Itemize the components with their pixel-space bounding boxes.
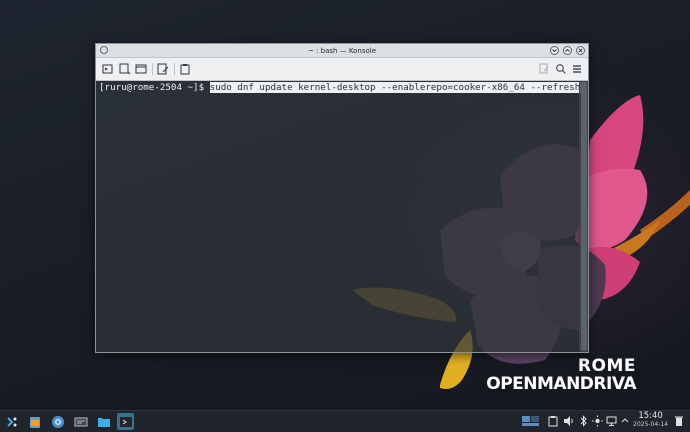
minimize-button[interactable] bbox=[550, 46, 559, 55]
app-launcher-icon bbox=[6, 416, 16, 427]
volume-tray[interactable] bbox=[563, 415, 574, 427]
clipboard-icon bbox=[548, 416, 558, 427]
window-icon bbox=[135, 64, 147, 74]
task-switcher-icon bbox=[522, 416, 539, 426]
volume-icon bbox=[564, 416, 573, 426]
window-titlebar[interactable]: ~ : bash — Konsole bbox=[96, 44, 588, 58]
split-view-button[interactable] bbox=[118, 62, 132, 76]
display-icon bbox=[606, 416, 617, 426]
split-view-icon bbox=[119, 63, 131, 75]
file-manager-icon bbox=[29, 416, 40, 428]
bluetooth-icon bbox=[580, 415, 587, 427]
app-launcher-button[interactable] bbox=[3, 413, 20, 430]
close-button[interactable] bbox=[576, 46, 585, 55]
browser-icon bbox=[51, 415, 64, 428]
taskbar-panel: 15:40 2025-04-14 bbox=[0, 410, 690, 432]
clock-time: 15:40 bbox=[638, 411, 663, 421]
clipboard-button[interactable] bbox=[178, 62, 192, 76]
task-switcher-tray[interactable] bbox=[522, 415, 540, 427]
konsole-window[interactable]: ~ : bash — Konsole [ruru@rome-2504 ~]$ s… bbox=[95, 43, 589, 353]
minimize-icon bbox=[552, 49, 557, 53]
brand-rome: ROME bbox=[577, 356, 636, 376]
copy-button[interactable] bbox=[134, 62, 148, 76]
shell-prompt: [ruru@rome-2504 ~]$ bbox=[99, 82, 210, 93]
paste-button[interactable] bbox=[156, 62, 170, 76]
clipboard-tray[interactable] bbox=[548, 415, 558, 427]
trash-tray[interactable] bbox=[674, 415, 684, 427]
search-icon bbox=[556, 64, 566, 74]
edit-icon bbox=[157, 63, 169, 75]
folder-icon bbox=[97, 417, 110, 427]
konsole-task[interactable] bbox=[117, 413, 134, 430]
brightness-tray[interactable] bbox=[592, 415, 603, 427]
maximize-button[interactable] bbox=[563, 46, 572, 55]
file-manager-task[interactable] bbox=[26, 413, 43, 430]
new-tab-icon bbox=[102, 64, 113, 74]
terminal-output[interactable]: [ruru@rome-2504 ~]$ sudo dnf update kern… bbox=[96, 81, 586, 352]
digital-clock[interactable]: 15:40 2025-04-14 bbox=[633, 412, 668, 429]
scrollbar-thumb[interactable] bbox=[581, 82, 587, 351]
browser-task[interactable] bbox=[49, 413, 66, 430]
window-menu-icon[interactable] bbox=[100, 46, 108, 54]
disabled-paste-icon bbox=[539, 63, 549, 74]
display-tray[interactable] bbox=[606, 415, 617, 427]
brightness-icon bbox=[592, 415, 603, 427]
brand-openmandriva: OPENMANDRIVA bbox=[486, 374, 636, 394]
clock-date: 2025-04-14 bbox=[633, 421, 668, 428]
system-settings-task[interactable] bbox=[72, 413, 89, 430]
openmandriva-logo: ROME OPENMANDRIVA bbox=[486, 358, 636, 393]
maximize-icon bbox=[565, 48, 570, 52]
window-title: ~ : bash — Konsole bbox=[307, 46, 377, 55]
folder-task[interactable] bbox=[95, 413, 112, 430]
system-settings-icon bbox=[74, 417, 87, 426]
expand-tray-icon bbox=[621, 418, 629, 423]
hamburger-menu-icon bbox=[573, 65, 581, 73]
expand-tray[interactable] bbox=[621, 415, 629, 427]
close-icon bbox=[578, 48, 583, 53]
new-tab-button[interactable] bbox=[101, 62, 115, 76]
search-button[interactable] bbox=[554, 62, 568, 76]
bluetooth-tray[interactable] bbox=[580, 415, 588, 427]
selected-command[interactable]: sudo dnf update kernel-desktop --enabler… bbox=[209, 82, 586, 93]
konsole-toolbar bbox=[96, 58, 588, 81]
hamburger-menu-button[interactable] bbox=[570, 62, 584, 76]
trash-icon bbox=[675, 416, 683, 426]
terminal-scrollbar[interactable] bbox=[579, 81, 588, 352]
konsole-icon bbox=[119, 416, 132, 427]
clipboard-icon bbox=[180, 64, 190, 75]
bookmark-button[interactable] bbox=[537, 62, 551, 76]
